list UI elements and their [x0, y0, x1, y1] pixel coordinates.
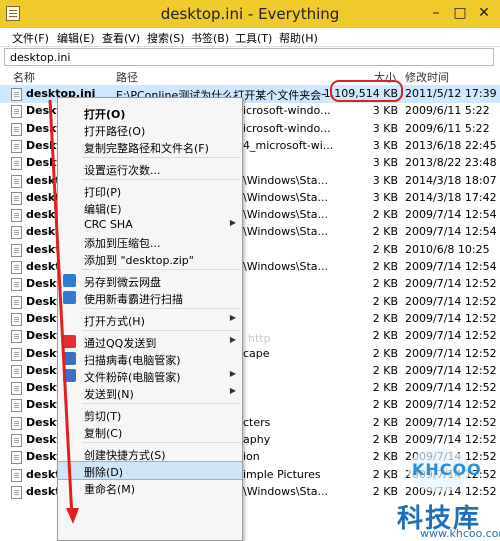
khcoo-logo: KHCOO: [406, 448, 481, 494]
brand-url: www.khcoo.com: [420, 527, 500, 540]
